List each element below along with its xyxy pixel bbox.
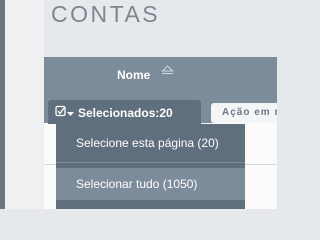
- checkbox-caret-icon: [55, 105, 74, 117]
- select-dropdown-menu: Selecione esta página (20) Selecionar tu…: [56, 124, 245, 209]
- page-title: CONTAS: [51, 1, 161, 27]
- menu-divider: [56, 162, 245, 163]
- bulk-action-label: Ação em massa: [222, 107, 277, 118]
- sort-icon[interactable]: [160, 65, 175, 79]
- bulk-action-button[interactable]: Ação em massa: [211, 103, 277, 123]
- left-rail: [0, 0, 44, 209]
- column-header-name[interactable]: Nome: [117, 68, 150, 82]
- selected-count-label: Selecionados:20: [78, 106, 173, 120]
- select-dropdown-button[interactable]: Selecionados:20: [48, 100, 201, 124]
- left-rail-edge: [0, 0, 5, 209]
- menu-item-select-page[interactable]: Selecione esta página (20): [56, 127, 245, 159]
- menu-item-select-all[interactable]: Selecionar tudo (1050): [56, 168, 245, 200]
